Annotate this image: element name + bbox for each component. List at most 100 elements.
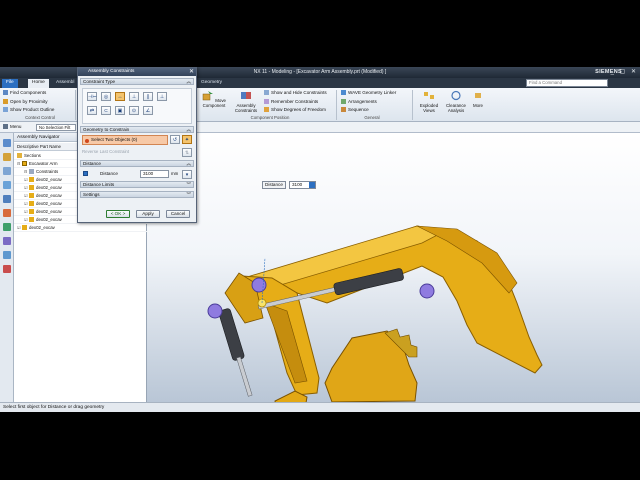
tree-node-label: dex02_excav xyxy=(36,193,62,198)
assembly-constraints-label: Assembly Constraints xyxy=(234,103,258,113)
assembly-icon xyxy=(22,161,27,166)
parallel-constraint-icon[interactable]: ∥ xyxy=(143,92,153,101)
component-icon xyxy=(29,209,34,214)
constraint-type-label: Constraint Type xyxy=(83,79,116,84)
history-tab-icon[interactable] xyxy=(3,195,11,203)
outline-icon xyxy=(3,107,8,112)
resource-bar xyxy=(0,133,14,402)
geometry-to-constrain-section-header[interactable]: Geometry to Constrain ︽ xyxy=(80,126,194,133)
sequence-icon xyxy=(341,107,346,112)
distance-options-icon[interactable]: ▾ xyxy=(182,170,192,179)
align-lock-constraint-icon[interactable]: ⇄ xyxy=(87,106,97,115)
constraint-type-section-header[interactable]: Constraint Type ︽ xyxy=(80,78,194,85)
open-by-proximity-label: Open by Proximity xyxy=(10,99,48,104)
part-navigator-tab-icon[interactable] xyxy=(3,167,11,175)
angle-constraint-icon[interactable]: ∠ xyxy=(143,106,153,115)
fix-constraint-icon[interactable]: ⊥ xyxy=(129,92,139,101)
clear-selection-icon[interactable]: ↺ xyxy=(170,135,180,144)
distance-section-header[interactable]: Distance ︽ xyxy=(80,160,194,167)
perpendicular-constraint-icon[interactable]: ⊥ xyxy=(157,92,167,101)
select-objects-icon[interactable]: ✦ xyxy=(182,135,192,144)
arrangements-button[interactable]: Arrangements xyxy=(341,99,377,104)
web-browser-tab-icon[interactable] xyxy=(3,209,11,217)
file-tab[interactable]: File xyxy=(2,79,18,88)
distance-section-label: Distance xyxy=(83,161,101,166)
assembly-constraints-dialog: Assembly Constraints ✕ Constraint Type ︽ … xyxy=(77,67,197,223)
find-components-label: Find Components xyxy=(10,90,47,95)
select-two-objects-field[interactable]: Select Two Objects (0) xyxy=(82,135,168,145)
bond-constraint-icon[interactable]: ▣ xyxy=(115,106,125,115)
ribbon-divider xyxy=(412,90,413,120)
tree-node-label: dex02_excav xyxy=(36,201,62,206)
exploded-views-button[interactable]: Exploded Views xyxy=(416,90,442,113)
fit-constraint-icon[interactable]: ⊂ xyxy=(101,106,111,115)
distance-value-input[interactable]: 3100 xyxy=(140,170,169,178)
component-icon xyxy=(29,193,34,198)
remember-constraints-label: Remember Constraints xyxy=(271,99,319,104)
assembly-constraints-icon xyxy=(241,92,251,99)
assembly-navigator-tab-icon[interactable] xyxy=(3,139,11,147)
ok-button[interactable]: < OK > xyxy=(106,210,130,218)
tree-node-label: dex02_excav xyxy=(36,217,62,222)
show-degrees-of-freedom-button[interactable]: Show Degrees of Freedom xyxy=(264,107,326,112)
menu-button[interactable]: Menu xyxy=(3,124,22,129)
tree-node-label: Excavator Arm xyxy=(29,161,58,166)
assembly-constraints-button[interactable]: Assembly Constraints xyxy=(231,90,261,113)
component-position-group-label: Component Position xyxy=(250,115,290,120)
tree-node-label: Sections xyxy=(24,153,41,158)
more-button[interactable]: More xyxy=(470,90,486,108)
side-cylinder-rod xyxy=(236,356,253,397)
status-text: Select first object for Distance or drag… xyxy=(3,405,105,410)
constraint-type-grid: ⊣⊢ ◎ ↔ ⊥ ∥ ⊥ ⇄ ⊂ ▣ ⊙ ∠ xyxy=(82,88,192,124)
pin-stick-left xyxy=(207,303,223,319)
sequence-button[interactable]: Sequence xyxy=(341,107,369,112)
tab-assemblies[interactable]: Assembl xyxy=(52,79,78,88)
show-product-outline-button[interactable]: Show Product Outline xyxy=(3,107,54,112)
chevron-up-icon: ︽ xyxy=(186,127,192,132)
chevron-up-icon: ︽ xyxy=(186,161,192,166)
find-components-button[interactable]: Find Components xyxy=(3,90,46,95)
command-search-input[interactable]: Find a Command xyxy=(526,79,608,87)
excavator-arm-model[interactable] xyxy=(147,133,640,402)
cancel-button[interactable]: Cancel xyxy=(166,210,190,218)
distance-unit-label: mm xyxy=(171,171,179,176)
remember-constraints-button[interactable]: Remember Constraints xyxy=(264,99,318,104)
move-component-button[interactable]: Move Component xyxy=(200,90,228,108)
apply-button[interactable]: Apply xyxy=(136,210,160,218)
reuse-library-tab-icon[interactable] xyxy=(3,181,11,189)
reverse-icon[interactable]: ⇅ xyxy=(182,148,192,157)
selection-filter-dropdown[interactable]: No Selection Filt xyxy=(36,124,76,131)
clearance-analysis-button[interactable]: Clearance Analysis xyxy=(443,90,469,113)
arrangements-icon xyxy=(341,99,346,104)
wave-geometry-linker-button[interactable]: WAVE Geometry Linker xyxy=(341,90,396,95)
graphics-viewport[interactable] xyxy=(147,133,640,402)
settings-section-header[interactable]: Settings ︾ xyxy=(80,191,194,198)
list-item[interactable]: ☑ dex02_excav xyxy=(14,224,147,232)
tab-home[interactable]: Home xyxy=(28,79,49,88)
distance-constraint-icon[interactable]: ↔ xyxy=(115,92,125,101)
tab-geometry[interactable]: Geometry xyxy=(197,79,226,88)
distance-expression-icon[interactable] xyxy=(83,171,88,176)
dof-icon xyxy=(264,107,269,112)
show-hide-constraints-label: Show and Hide Constraints xyxy=(271,90,327,95)
open-by-proximity-button[interactable]: Open by Proximity xyxy=(3,99,48,104)
constraints-icon xyxy=(29,169,34,174)
roles-tab-icon[interactable] xyxy=(3,223,11,231)
system-materials-tab-icon[interactable] xyxy=(3,237,11,245)
tree-node-label: dex02_excav xyxy=(36,177,62,182)
dialog-close-icon[interactable]: ✕ xyxy=(189,68,194,75)
context-control-group-label: Context Control xyxy=(25,115,55,120)
window-controls[interactable]: _ ▢ ✕ xyxy=(611,68,638,75)
show-hide-constraints-button[interactable]: Show and Hide Constraints xyxy=(264,90,327,95)
process-studio-tab-icon[interactable] xyxy=(3,251,11,259)
distance-limits-section-header[interactable]: Distance Limits ︾ xyxy=(80,181,194,188)
constraint-navigator-tab-icon[interactable] xyxy=(3,153,11,161)
component-icon xyxy=(29,217,34,222)
center-constraint-icon[interactable]: ⊙ xyxy=(129,106,139,115)
onscreen-distance-spinner-icon[interactable] xyxy=(309,182,315,188)
clearance-analysis-label: Clearance Analysis xyxy=(445,103,466,113)
manufacturing-wizards-tab-icon[interactable] xyxy=(3,265,11,273)
touch-align-constraint-icon[interactable]: ⊣⊢ xyxy=(87,92,97,101)
dialog-title[interactable]: Assembly Constraints xyxy=(78,68,196,76)
concentric-constraint-icon[interactable]: ◎ xyxy=(101,92,111,101)
